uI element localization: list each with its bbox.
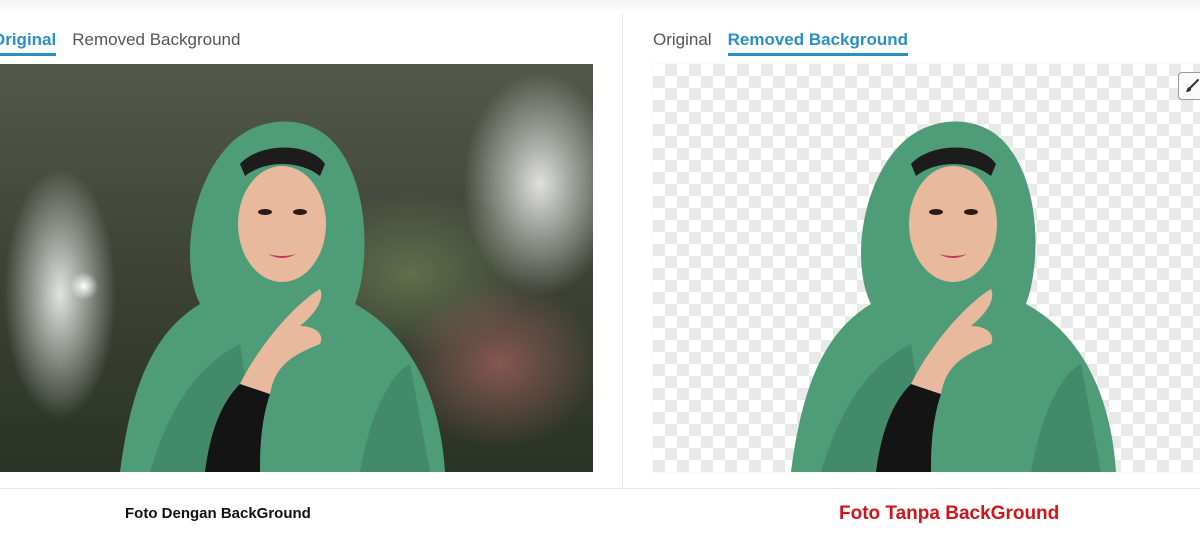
panel-divider: [0, 488, 1200, 489]
edit-button[interactable]: [1178, 72, 1200, 100]
paintbrush-icon: [1186, 79, 1199, 92]
caption-with-background: Foto Dengan BackGround: [125, 505, 311, 522]
tab-original[interactable]: Original: [0, 30, 57, 56]
tab-original[interactable]: Original: [653, 30, 712, 56]
caption-without-background: Foto Tanpa BackGround: [839, 503, 1060, 524]
left-tabs: Original Removed Background: [0, 30, 240, 56]
removed-background-photo: [653, 64, 1200, 472]
original-panel: Original Removed Background: [0, 14, 623, 490]
top-band: [0, 0, 1200, 14]
removed-background-panel: Original Removed Background: [623, 14, 1200, 490]
tab-removed-background[interactable]: Removed Background: [727, 30, 909, 56]
right-tabs: Original Removed Background: [653, 30, 909, 56]
person-figure: [120, 121, 445, 472]
person-figure: [791, 121, 1116, 472]
tab-removed-background[interactable]: Removed Background: [72, 30, 240, 56]
original-photo: [0, 64, 593, 472]
